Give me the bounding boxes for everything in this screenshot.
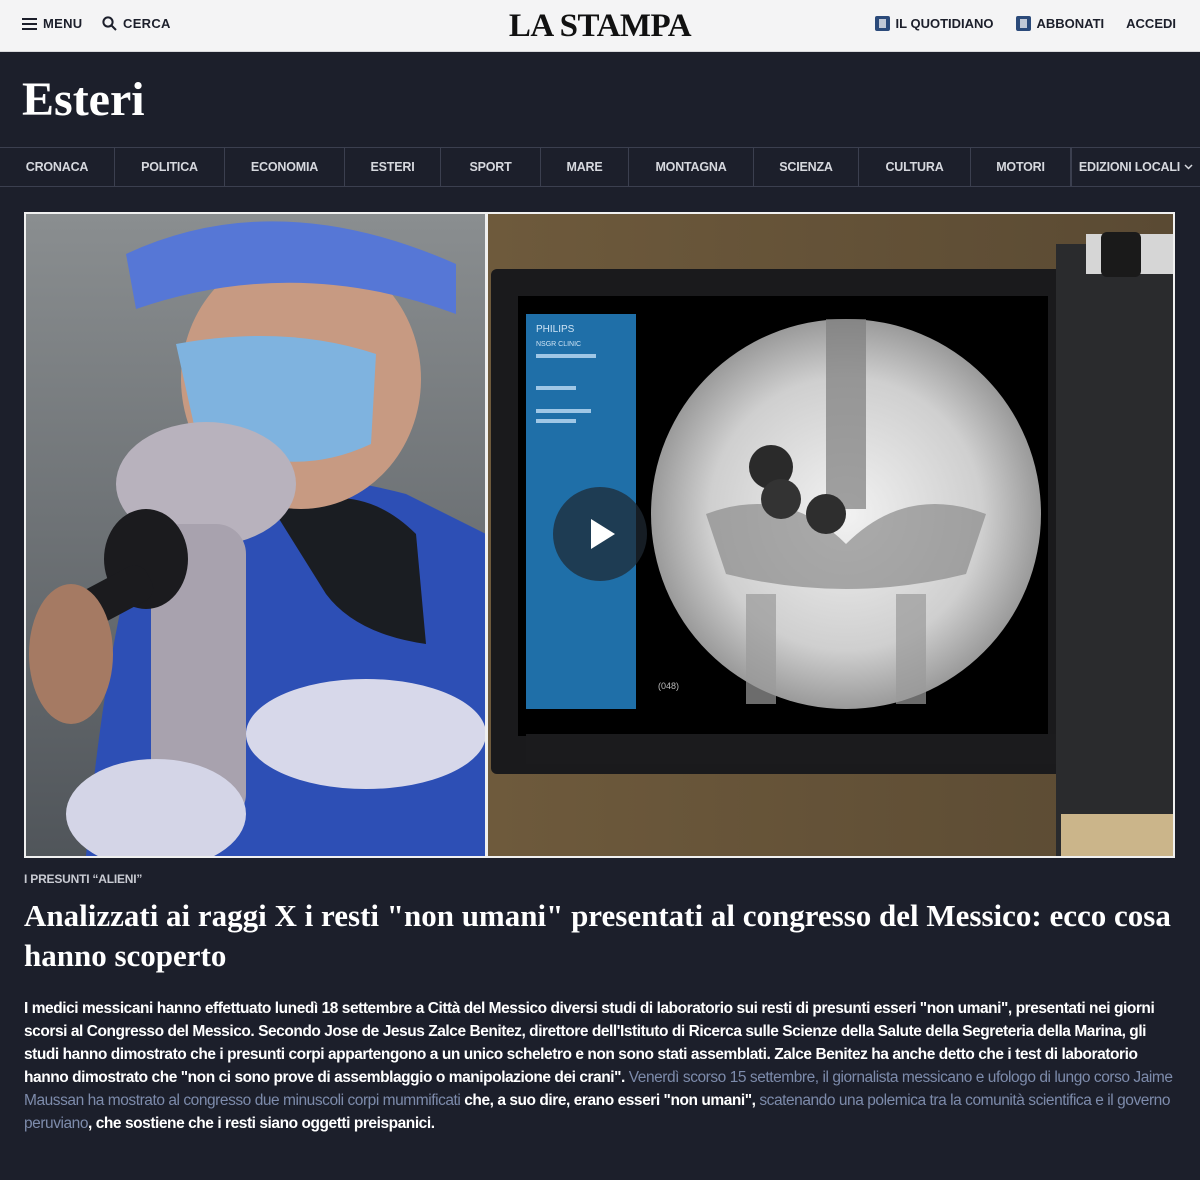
accedi-label: ACCEDI <box>1126 16 1176 31</box>
nav-item-montagna[interactable]: MONTAGNA <box>629 148 754 186</box>
section-nav: CRONACA POLITICA ECONOMIA ESTERI SPORT M… <box>0 147 1200 187</box>
nav-item-sport[interactable]: SPORT <box>441 148 541 186</box>
article-kicker: I PRESUNTI “ALIENI” <box>24 872 143 886</box>
nav-item-edizioni-locali[interactable]: EDIZIONI LOCALI <box>1071 148 1200 186</box>
nav-item-economia[interactable]: ECONOMIA <box>225 148 345 186</box>
article-headline[interactable]: Analizzati ai raggi X i resti "non umani… <box>24 896 1174 976</box>
nav-item-cultura[interactable]: CULTURA <box>859 148 971 186</box>
quotidiano-link[interactable]: IL QUOTIDIANO <box>874 16 994 31</box>
nav-item-motori[interactable]: MOTORI <box>971 148 1071 186</box>
subscribe-icon <box>1015 16 1031 31</box>
nav-item-cronaca[interactable]: CRONACA <box>0 148 115 186</box>
accedi-link[interactable]: ACCEDI <box>1126 16 1176 31</box>
nav-item-politica[interactable]: POLITICA <box>115 148 225 186</box>
quotidiano-label: IL QUOTIDIANO <box>895 16 994 31</box>
nav-item-scienza[interactable]: SCIENZA <box>754 148 859 186</box>
screen-code: (048) <box>658 681 679 691</box>
body-paragraph-2: che, a suo dire, erano esseri "non umani… <box>464 1092 756 1109</box>
abbonati-label: ABBONATI <box>1036 16 1105 31</box>
play-button[interactable] <box>553 487 647 581</box>
chevron-down-icon <box>1184 164 1193 170</box>
abbonati-link[interactable]: ABBONATI <box>1015 16 1105 31</box>
nav-item-esteri[interactable]: ESTERI <box>345 148 441 186</box>
nav-item-mare[interactable]: MARE <box>541 148 629 186</box>
screen-brand: PHILIPS <box>536 324 575 335</box>
body-paragraph-3: , che sostiene che i resti siano oggetti… <box>88 1115 435 1132</box>
section-title[interactable]: Esteri <box>22 72 145 127</box>
edizioni-label: EDIZIONI LOCALI <box>1078 160 1181 174</box>
newspaper-icon <box>874 16 890 31</box>
screen-clinic: NSGR CLINIC <box>536 341 581 348</box>
article-body: I medici messicani hanno effettuato lune… <box>24 997 1174 1135</box>
video-player[interactable]: PHILIPS NSGR CLINIC (048) <box>24 212 1175 858</box>
top-bar: MENU CERCA LA STAMPA IL QUOTIDIANO ABBON… <box>0 0 1200 52</box>
